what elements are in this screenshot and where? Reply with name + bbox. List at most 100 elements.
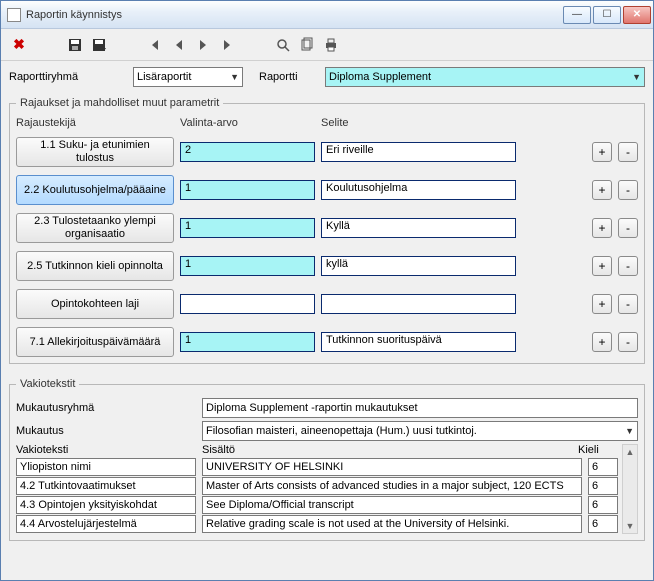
kieli-cell[interactable]: 6 xyxy=(588,458,618,476)
scroll-up-icon[interactable]: ▲ xyxy=(626,447,635,457)
copy-icon[interactable] xyxy=(297,35,317,55)
add-button[interactable]: + xyxy=(592,294,612,314)
chevron-down-icon: ▼ xyxy=(622,426,634,436)
remove-button[interactable]: - xyxy=(618,218,638,238)
chevron-down-icon: ▼ xyxy=(227,72,239,82)
cancel-icon[interactable]: ✖ xyxy=(9,35,29,55)
selite-input[interactable]: Tutkinnon suorituspäivä xyxy=(321,332,516,352)
mukautusryhma-input[interactable] xyxy=(202,398,638,418)
sisalto-cell[interactable]: UNIVERSITY OF HELSINKI xyxy=(202,458,582,476)
selite-input[interactable]: Koulutusohjelma xyxy=(321,180,516,200)
col-selite: Selite xyxy=(321,117,516,129)
sisalto-cell[interactable]: See Diploma/Official transcript xyxy=(202,496,582,514)
mukautus-combo[interactable]: Filosofian maisteri, aineenopettaja (Hum… xyxy=(202,421,638,441)
window-close-button[interactable]: ✕ xyxy=(623,6,651,24)
print-icon[interactable] xyxy=(321,35,341,55)
mukautusryhma-row: Mukautusryhmä xyxy=(16,398,638,418)
last-record-icon[interactable] xyxy=(217,35,237,55)
kieli-cell[interactable]: 6 xyxy=(588,477,618,495)
saveas-icon[interactable] xyxy=(89,35,109,55)
prev-record-icon[interactable] xyxy=(169,35,189,55)
param-buttons: +- xyxy=(522,180,638,200)
sisalto-cell[interactable]: Master of Arts consists of advanced stud… xyxy=(202,477,582,495)
report-combo[interactable]: Diploma Supplement ▼ xyxy=(325,67,645,87)
valinta-input[interactable]: 1 xyxy=(180,218,315,238)
valinta-input[interactable]: 1 xyxy=(180,180,315,200)
remove-button[interactable]: - xyxy=(618,256,638,276)
remove-button[interactable]: - xyxy=(618,332,638,352)
param-button[interactable]: 2.5 Tutkinnon kieli opinnolta xyxy=(16,251,174,281)
add-button[interactable]: + xyxy=(592,256,612,276)
param-buttons: +- xyxy=(522,218,638,238)
table-row[interactable]: 4.2 Tutkintovaatimukset Master of Arts co… xyxy=(16,477,618,495)
valinta-input[interactable]: 2 xyxy=(180,142,315,162)
add-button[interactable]: + xyxy=(592,332,612,352)
remove-button[interactable]: - xyxy=(618,142,638,162)
vakiot-table: Vakioteksti Sisältö Kieli Yliopiston nim… xyxy=(16,444,618,534)
param-button[interactable]: 2.3 Tulostetaanko ylempi organisaatio xyxy=(16,213,174,243)
param-buttons: +- xyxy=(522,142,638,162)
app-icon xyxy=(7,8,21,22)
table-row[interactable]: 4.3 Opintojen yksityiskohdat See Diploma/… xyxy=(16,496,618,514)
valinta-input[interactable]: 1 xyxy=(180,256,315,276)
col-sisalto: Sisältö xyxy=(202,444,572,456)
vakioteksti-cell[interactable]: Yliopiston nimi xyxy=(16,458,196,476)
save-icon[interactable] xyxy=(65,35,85,55)
next-record-icon[interactable] xyxy=(193,35,213,55)
add-button[interactable]: + xyxy=(592,180,612,200)
vakiotekstit-legend: Vakiotekstit xyxy=(16,378,79,390)
mukautus-label: Mukautus xyxy=(16,425,196,437)
toolbar: ✖ xyxy=(1,29,653,61)
mukautus-row: Mukautus Filosofian maisteri, aineenopet… xyxy=(16,421,638,441)
param-button[interactable]: 1.1 Suku- ja etunimien tulostus xyxy=(16,137,174,167)
report-group-combo[interactable]: Lisäraportit ▼ xyxy=(133,67,243,87)
minimize-button[interactable]: — xyxy=(563,6,591,24)
vertical-scrollbar[interactable]: ▲ ▼ xyxy=(622,444,638,534)
selite-input[interactable]: kyllä xyxy=(321,256,516,276)
vakioteksti-cell[interactable]: 4.4 Arvostelujärjestelmä xyxy=(16,515,196,533)
col-valinta: Valinta-arvo xyxy=(180,117,315,129)
mukautusryhma-label: Mukautusryhmä xyxy=(16,402,196,414)
titlebar: Raportin käynnistys — ☐ ✕ xyxy=(1,1,653,29)
param-buttons: +- xyxy=(522,332,638,352)
kieli-cell[interactable]: 6 xyxy=(588,515,618,533)
param-button[interactable]: Opintokohteen laji xyxy=(16,289,174,319)
add-button[interactable]: + xyxy=(592,218,612,238)
mukautus-value: Filosofian maisteri, aineenopettaja (Hum… xyxy=(206,425,477,437)
vakiot-header: Vakioteksti Sisältö Kieli xyxy=(16,444,618,456)
vakioteksti-cell[interactable]: 4.2 Tutkintovaatimukset xyxy=(16,477,196,495)
selite-input[interactable]: Kyllä xyxy=(321,218,516,238)
parameters-fieldset: Rajaukset ja mahdolliset muut parametrit… xyxy=(9,97,645,364)
col-rajaustekija: Rajaustekijä xyxy=(16,117,174,129)
parameters-legend: Rajaukset ja mahdolliset muut parametrit xyxy=(16,97,223,109)
first-record-icon[interactable] xyxy=(145,35,165,55)
remove-button[interactable]: - xyxy=(618,294,638,314)
kieli-cell[interactable]: 6 xyxy=(588,496,618,514)
valinta-input[interactable] xyxy=(180,294,315,314)
col-kieli: Kieli xyxy=(578,444,618,456)
vakioteksti-cell[interactable]: 4.3 Opintojen yksityiskohdat xyxy=(16,496,196,514)
param-button[interactable]: 2.2 Koulutusohjelma/pääaine xyxy=(16,175,174,205)
scroll-down-icon[interactable]: ▼ xyxy=(626,521,635,531)
selite-input[interactable]: Eri riveille xyxy=(321,142,516,162)
vakiot-scroll-area: Vakioteksti Sisältö Kieli Yliopiston nim… xyxy=(16,444,638,534)
col-vakioteksti: Vakioteksti xyxy=(16,444,196,456)
remove-button[interactable]: - xyxy=(618,180,638,200)
sisalto-cell[interactable]: Relative grading scale is not used at th… xyxy=(202,515,582,533)
report-group-label: Raporttiryhmä xyxy=(9,71,127,83)
content: Raporttiryhmä Lisäraportit ▼ Raportti Di… xyxy=(1,61,653,580)
add-button[interactable]: + xyxy=(592,142,612,162)
report-group-value: Lisäraportit xyxy=(137,71,191,83)
chevron-down-icon: ▼ xyxy=(629,72,641,82)
maximize-button[interactable]: ☐ xyxy=(593,6,621,24)
valinta-input[interactable]: 1 xyxy=(180,332,315,352)
search-icon[interactable] xyxy=(273,35,293,55)
app-window: Raportin käynnistys — ☐ ✕ ✖ Raporttiryhm… xyxy=(0,0,654,581)
report-label: Raportti xyxy=(259,71,319,83)
selite-input[interactable] xyxy=(321,294,516,314)
parameters-grid: Rajaustekijä Valinta-arvo Selite 1.1 Suk… xyxy=(16,117,638,357)
table-row[interactable]: Yliopiston nimi UNIVERSITY OF HELSINKI 6 xyxy=(16,458,618,476)
table-row[interactable]: 4.4 Arvostelujärjestelmä Relative grading… xyxy=(16,515,618,533)
window-title: Raportin käynnistys xyxy=(26,9,561,21)
param-button[interactable]: 7.1 Allekirjoituspäivämäärä xyxy=(16,327,174,357)
